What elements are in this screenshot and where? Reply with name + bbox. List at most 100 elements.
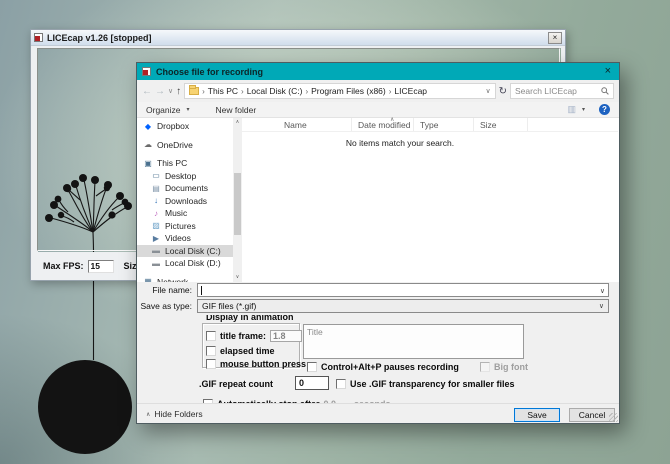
title-text-area[interactable]: Title [303,324,524,359]
sidebar-item-videos[interactable]: ▶ Videos [137,232,233,245]
sidebar-item-onedrive[interactable]: ☁ OneDrive [137,139,233,152]
sidebar-item-label: Network [157,276,189,282]
save-as-type-select[interactable]: GIF files (*.gif) ∨ [197,299,609,313]
max-fps-label: Max FPS: [43,261,84,271]
sidebar-item-local-disk-c[interactable]: ▬ Local Disk (C:) [137,244,233,257]
breadcrumb-segment-program-files-x86[interactable]: Program Files (x86) [311,86,386,96]
save-as-type-row: Save as type: GIF files (*.gif) ∨ [137,299,619,313]
back-icon[interactable]: ← [142,86,152,97]
hide-folders-button[interactable]: ∧ Hide Folders [146,409,203,419]
pictures-icon: ▨ [152,221,160,231]
desktop-icon: ▭ [152,171,160,181]
file-name-row: File name: ∨ [137,283,619,297]
sidebar-item-pictures[interactable]: ▨ Pictures [137,220,233,233]
repeat-count-label: .GIF repeat count [199,379,274,389]
save-button[interactable]: Save [514,408,560,422]
sidebar-item-label: Desktop [165,170,197,181]
organize-button[interactable]: Organize [146,105,181,115]
videos-icon: ▶ [152,233,160,243]
mouse-button-label: mouse button press [220,359,307,369]
sidebar-item-label: This PC [157,158,188,169]
resize-grip[interactable] [609,413,618,422]
title-frame-checkbox[interactable] [206,331,216,341]
repeat-count-input[interactable]: 0 [295,376,329,390]
column-header-date-modified[interactable]: Date modified [352,118,414,131]
pause-checkbox[interactable] [307,362,317,372]
repeat-count-option: .GIF repeat count [199,379,273,389]
refresh-icon[interactable]: ↻ [499,86,507,97]
licecap-titlebar[interactable]: LICEcap v1.26 [stopped] × [31,30,565,46]
breadcrumb-segment-local-disk-c[interactable]: Local Disk (C:) [247,86,303,96]
mouse-button-option: mouse button press [206,359,306,369]
address-toolbar: ← → ∨ ↑ › This PC › Local Disk (C:) › Progra… [137,80,619,102]
this-pc-icon: ▣ [144,158,152,168]
transparency-option: Use .GIF transparency for smaller files [336,379,515,389]
column-header-type[interactable]: Type [414,118,474,131]
big-font-checkbox [480,362,490,372]
sidebar-item-label: Local Disk (C:) [165,245,221,256]
sidebar-item-documents[interactable]: ▤ Documents [137,182,233,195]
title-frame-seconds-input[interactable]: 1.8 [270,330,303,342]
recent-locations-icon[interactable]: ∨ [168,87,173,95]
onedrive-icon: ☁ [144,140,152,150]
column-headers: ∧ Name Date modified Type Size [242,117,618,132]
dialog-titlebar[interactable]: Choose file for recording × [137,63,619,80]
file-name-input[interactable]: ∨ [197,283,609,297]
views-dropdown-icon[interactable]: ▾ [582,106,585,113]
file-name-label: File name: [152,285,192,295]
address-bar[interactable]: › This PC › Local Disk (C:) › Program Files … [184,83,496,99]
scrollbar-down-icon[interactable]: ∨ [233,273,242,282]
file-name-dropdown-icon[interactable]: ∨ [600,287,605,295]
sidebar-scrollbar[interactable]: ∧ ∨ [233,118,242,282]
up-icon[interactable]: ↑ [176,86,181,97]
licecap-close-icon[interactable]: × [548,31,562,44]
transparency-checkbox[interactable] [336,379,346,389]
sidebar-item-this-pc[interactable]: ▣ This PC [137,157,233,170]
navigation-pane: ◆ Dropbox ☁ OneDrive ▣ This PC ▭ Desktop ▤ Docume… [137,118,233,282]
sidebar-item-local-disk-d[interactable]: ▬ Local Disk (D:) [137,257,233,270]
scrollbar-up-icon[interactable]: ∧ [233,118,242,127]
search-box[interactable]: Search LICEcap [510,83,614,99]
help-icon[interactable]: ? [599,104,610,115]
mouse-button-checkbox[interactable] [206,359,216,369]
sidebar-item-dropbox[interactable]: ◆ Dropbox [137,120,233,133]
column-header-name[interactable]: Name [242,118,352,131]
elapsed-time-label: elapsed time [220,346,275,356]
desktop: LICEcap v1.26 [stopped] × Max FPS: 15 Si… [0,0,670,464]
elapsed-time-option: elapsed time [206,346,275,356]
search-icon [601,87,609,95]
sidebar-item-label: Pictures [165,220,196,231]
scrollbar-thumb[interactable] [234,173,241,235]
sidebar-item-desktop[interactable]: ▭ Desktop [137,170,233,183]
music-icon: ♪ [154,208,158,218]
sidebar-item-label: Documents [165,183,208,194]
file-list: ∧ Name Date modified Type Size No items mat… [242,117,618,282]
forward-icon[interactable]: → [155,86,165,97]
sidebar-item-downloads[interactable]: ↓ Downloads [137,195,233,208]
max-fps-input[interactable]: 15 [87,259,114,273]
group-title: Display in animation [204,315,296,322]
dialog-close-icon[interactable]: × [602,64,614,79]
new-folder-button[interactable]: New folder [216,105,257,115]
sidebar-item-network[interactable]: ▦ Network [137,276,233,282]
downloads-icon: ↓ [154,196,158,206]
breadcrumb-segment-this-pc[interactable]: This PC [208,86,238,96]
big-font-label: Big font [494,362,528,372]
title-frame-label: title frame: [220,331,267,341]
column-header-size[interactable]: Size [474,118,528,131]
sidebar-item-label: Downloads [165,195,208,206]
save-as-type-dropdown-icon: ∨ [598,303,604,310]
sidebar-item-music[interactable]: ♪ Music [137,207,233,220]
sidebar-item-label: Music [165,208,188,219]
file-browser-area: ◆ Dropbox ☁ OneDrive ▣ This PC ▭ Desktop ▤ Docume… [137,117,619,282]
breadcrumb-separator: › [388,86,392,96]
organize-dropdown-icon[interactable]: ▾ [187,106,190,113]
breadcrumb-segment-licecap[interactable]: LICEcap [394,86,427,96]
address-dropdown-icon[interactable]: ∨ [485,87,490,95]
pause-option: Control+Alt+P pauses recording [307,362,459,372]
empty-list-message: No items match your search. [345,138,455,148]
save-as-type-value: GIF files (*.gif) [202,301,257,311]
elapsed-time-checkbox[interactable] [206,346,216,356]
views-icon[interactable]: ▥ [567,104,576,115]
network-icon: ▦ [144,277,152,282]
